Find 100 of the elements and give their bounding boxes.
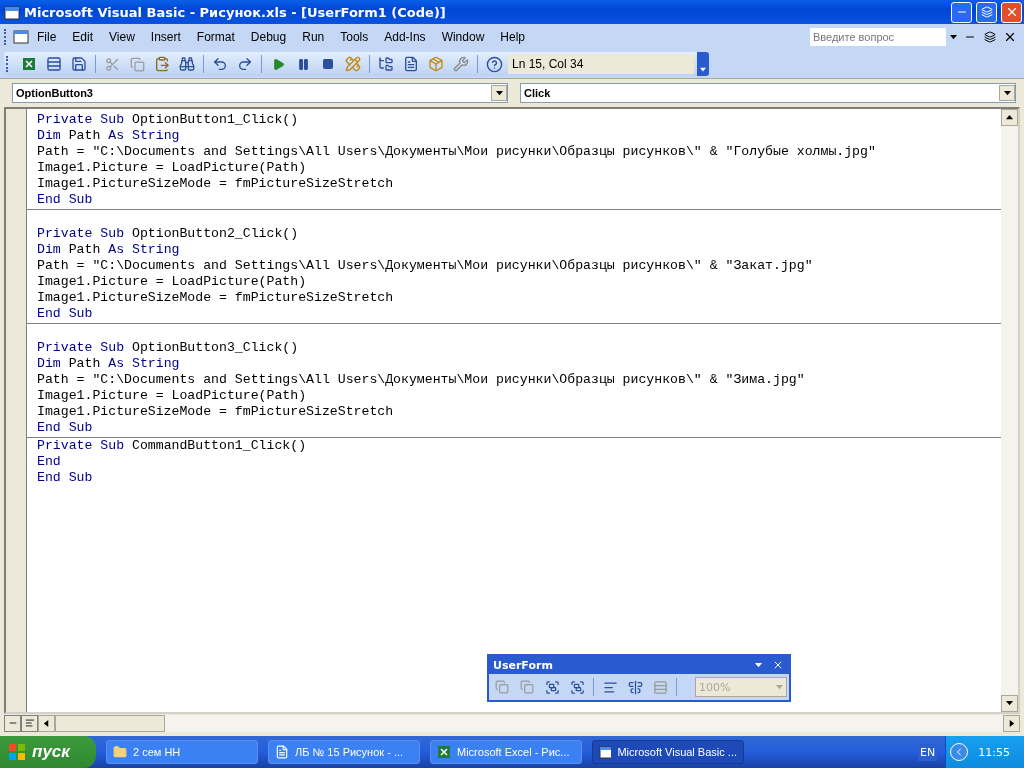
pencil-ruler-icon — [345, 56, 361, 72]
triangle-down-icon — [776, 683, 783, 691]
triangle-right-icon — [1008, 719, 1015, 727]
code-line: Private Sub OptionButton1_Click() — [37, 112, 300, 128]
close-button[interactable] — [1001, 1, 1022, 23]
procedure-view-button[interactable] — [4, 714, 21, 732]
code-line: Image1.Picture = LoadPicture(Path) — [37, 160, 308, 176]
cursor-position: Ln 15, Col 34 — [508, 54, 694, 74]
horizontal-scrollbar[interactable] — [38, 714, 1020, 732]
menu-item[interactable]: View — [101, 28, 143, 46]
code-line: Dim Path As String — [37, 242, 181, 258]
redo-icon — [237, 56, 253, 72]
scroll-right-button[interactable] — [1003, 714, 1020, 732]
play-icon — [271, 57, 285, 71]
triangle-down-icon — [1006, 700, 1013, 707]
code-line: End — [37, 454, 62, 470]
menu-item[interactable]: Debug — [242, 28, 295, 46]
group-icon — [569, 679, 585, 695]
triangle-up-icon — [1006, 114, 1013, 121]
code-line: End Sub — [37, 192, 94, 208]
start-button[interactable]: пуск — [0, 736, 96, 768]
scroll-left-button[interactable] — [38, 714, 55, 732]
scroll-up-button[interactable] — [1001, 109, 1018, 126]
vertical-scrollbar[interactable] — [1001, 109, 1018, 712]
menu-item[interactable]: Format — [188, 28, 243, 46]
folder-icon — [113, 745, 127, 759]
code-line: Image1.Picture = LoadPicture(Path) — [37, 388, 308, 404]
minimize-button[interactable] — [951, 1, 972, 23]
program-window-icon — [4, 4, 20, 20]
taskbar-button[interactable]: 2 сем НН — [106, 740, 258, 764]
code-line: Path = "C:\Documents and Settings\All Users\Документы\Мои рисунки\Образцы рисунков\" & "Голубые холмы.jpg" — [37, 144, 877, 160]
form-icon — [46, 56, 62, 72]
save-icon — [71, 56, 87, 72]
dropdown-button[interactable] — [999, 85, 1015, 101]
dropdown-button[interactable] — [491, 85, 507, 101]
close-icon — [1003, 30, 1017, 44]
pause-icon — [296, 57, 310, 71]
menu-item[interactable]: Edit — [64, 28, 102, 46]
help-icon — [485, 55, 503, 73]
stop-icon — [322, 58, 334, 70]
show-hidden-icons-button[interactable] — [950, 743, 969, 761]
triangle-down-icon — [949, 33, 957, 41]
code-line: Private Sub OptionButton3_Click() — [37, 339, 300, 356]
triangle-down-icon — [700, 67, 706, 73]
taskbar-button[interactable]: Microsoft Visual Basic ... — [592, 740, 744, 764]
flag-icon — [8, 743, 26, 761]
stacked-squares-icon — [520, 680, 534, 694]
code-editor[interactable] — [4, 107, 1020, 714]
tree-icon — [378, 56, 394, 72]
menu-item[interactable]: File — [29, 28, 65, 46]
code-line: Path = "C:\Documents and Settings\All Users\Документы\Мои рисунки\Образцы рисунков\" & "Закат.jpg" — [37, 258, 814, 274]
box-icon — [428, 56, 444, 72]
triangle-down-icon — [754, 661, 762, 669]
code-line: End Sub — [37, 470, 94, 486]
menu-item[interactable]: Window — [433, 28, 493, 46]
toolbar-title: UserForm — [493, 658, 554, 672]
document-icon — [275, 745, 289, 759]
taskbar-button[interactable]: Microsoft Excel - Рис... — [430, 740, 582, 764]
restore-icon — [984, 31, 996, 43]
full-module-view-button[interactable] — [21, 714, 38, 732]
wrench-icon — [453, 56, 469, 72]
code-line: Image1.Picture = LoadPicture(Path) — [37, 274, 308, 290]
code-line: Dim Path As String — [37, 128, 181, 144]
triangle-down-icon — [495, 89, 503, 97]
code-line: End Sub — [37, 306, 94, 322]
spreadsheet-icon — [22, 57, 36, 71]
menu-item[interactable]: Tools — [332, 28, 377, 46]
close-icon — [772, 659, 784, 671]
clock: 11:55 — [978, 745, 1010, 759]
stacked-squares-icon — [495, 680, 509, 694]
help-search-field[interactable]: Введите вопрос — [810, 28, 946, 46]
code-line: Dim Path As String — [37, 356, 181, 372]
group-icon — [544, 679, 560, 695]
undo-icon — [212, 56, 228, 72]
scroll-down-button[interactable] — [1001, 695, 1018, 712]
program-window-icon — [599, 745, 612, 759]
window-title: Microsoft Visual Basic - Рисунок.xls - [UserForm1 (Code)] — [24, 4, 447, 20]
code-line: Image1.PictureSizeMode = fmPictureSizeStretch — [37, 290, 395, 306]
lines-icon — [24, 718, 35, 728]
triangle-down-icon — [1003, 89, 1011, 97]
binoculars-icon — [179, 56, 195, 72]
procedure-dropdown[interactable]: Click — [520, 83, 1016, 103]
code-line: Private Sub CommandButton1_Click() — [37, 438, 308, 454]
program-window-icon — [13, 29, 29, 45]
toolbar-options-button[interactable] — [697, 52, 709, 76]
menu-item[interactable]: Help — [492, 28, 533, 46]
menu-item[interactable]: Run — [294, 28, 333, 46]
object-dropdown[interactable]: OptionButton3 — [12, 83, 508, 103]
menu-item[interactable]: Insert — [142, 28, 189, 46]
align-center-icon — [627, 679, 643, 695]
cut-icon — [104, 56, 120, 72]
restore-icon — [980, 6, 993, 18]
align-left-icon — [602, 679, 618, 695]
language-indicator[interactable]: EN — [918, 743, 938, 761]
document-icon — [403, 56, 419, 72]
restore-button[interactable] — [976, 1, 997, 23]
scrollbar-thumb[interactable] — [55, 714, 165, 732]
taskbar-button[interactable]: ЛБ № 15 Рисунок - ... — [268, 740, 420, 764]
code-line: End Sub — [37, 420, 94, 436]
menu-item[interactable]: Add-Ins — [376, 28, 434, 46]
